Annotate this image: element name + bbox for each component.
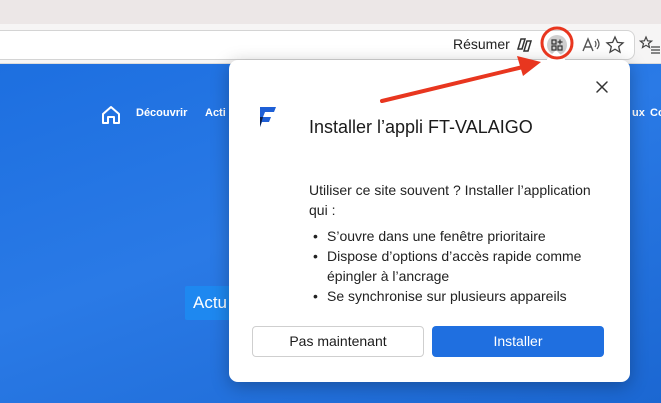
favorite-star-icon[interactable]: [604, 34, 626, 56]
install-button[interactable]: Installer: [432, 326, 604, 357]
feature-item: S’ouvre dans une fenêtre prioritaire: [313, 226, 602, 246]
nav-item-partial-right[interactable]: ux: [632, 107, 645, 119]
install-app-dialog: Installer l’appli FT-VALAIGO Utiliser ce…: [229, 50, 630, 382]
feature-list: S’ouvre dans une fenêtre prioritaire Dis…: [313, 226, 602, 306]
read-aloud-icon[interactable]: [580, 34, 602, 56]
feature-item: Dispose d’options d’accès rapide comme é…: [313, 246, 602, 286]
favorites-list-icon[interactable]: [639, 34, 661, 56]
nav-item-partial-edge[interactable]: Co: [650, 107, 661, 119]
not-now-button[interactable]: Pas maintenant: [252, 326, 424, 357]
nav-item-discover[interactable]: Découvrir: [136, 107, 187, 119]
nav-item-partial[interactable]: Acti: [205, 107, 226, 119]
dialog-description: Utiliser ce site souvent ? Installer l’a…: [309, 182, 591, 218]
close-icon[interactable]: [593, 78, 611, 96]
summarize-icon[interactable]: [513, 34, 535, 56]
dialog-title: Installer l’appli FT-VALAIGO: [309, 117, 533, 137]
summarize-label[interactable]: Résumer: [453, 36, 510, 52]
home-icon[interactable]: [100, 104, 122, 126]
address-bar[interactable]: [0, 30, 635, 60]
feature-item: Se synchronise sur plusieurs appareils: [313, 286, 602, 306]
tab-strip: [0, 0, 661, 24]
app-logo-icon: [260, 107, 276, 127]
